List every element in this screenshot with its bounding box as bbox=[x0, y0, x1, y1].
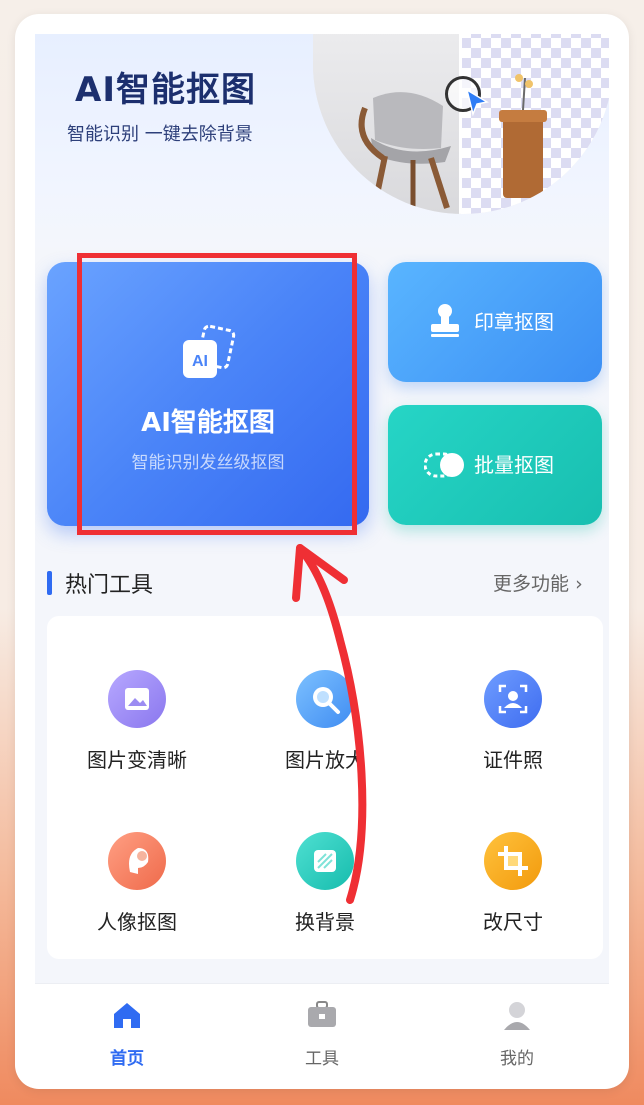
phone-frame: AI智能抠图 智能识别 一键去除背景 AI AI智能抠图 智能识别发丝级抠图 印… bbox=[15, 14, 629, 1089]
home-icon bbox=[114, 1003, 140, 1028]
magnifier-icon bbox=[296, 670, 354, 728]
ai-cutout-subtitle: 智能识别发丝级抠图 bbox=[131, 453, 285, 473]
cursor-icon bbox=[465, 88, 489, 116]
tab-label: 我的 bbox=[500, 1049, 534, 1069]
tool-label: 改尺寸 bbox=[483, 910, 543, 934]
tool-id-photo[interactable]: 证件照 bbox=[423, 670, 603, 773]
portrait-icon bbox=[108, 832, 166, 890]
banner-title: AI智能抠图 bbox=[75, 70, 256, 110]
tool-image-enhance[interactable]: 图片变清晰 bbox=[47, 670, 227, 773]
chevron-right-icon: › bbox=[575, 573, 583, 595]
tool-image-upscale[interactable]: 图片放大 bbox=[235, 670, 415, 773]
banner-illustration bbox=[313, 34, 609, 214]
tab-tools[interactable]: 工具 bbox=[262, 998, 382, 1069]
more-features-label: 更多功能 bbox=[493, 573, 570, 595]
hot-tools-title: 热门工具 bbox=[65, 573, 154, 598]
compare-divider bbox=[459, 34, 462, 214]
toggle-icon bbox=[424, 452, 464, 478]
tool-change-background[interactable]: 换背景 bbox=[235, 832, 415, 935]
tab-label: 首页 bbox=[110, 1049, 144, 1069]
batch-cutout-label: 批量抠图 bbox=[474, 453, 554, 477]
stamp-cutout-label: 印章抠图 bbox=[474, 310, 554, 334]
stamp-cutout-card[interactable]: 印章抠图 bbox=[388, 262, 602, 382]
toolbox-icon bbox=[308, 1001, 336, 1027]
banner-subtitle: 智能识别 一键去除背景 bbox=[67, 124, 253, 145]
background-swap-icon bbox=[296, 832, 354, 890]
tool-label: 图片放大 bbox=[285, 748, 365, 772]
ai-cutout-title: AI智能抠图 bbox=[141, 408, 275, 438]
ai-icon-text: AI bbox=[192, 353, 208, 370]
ai-cutout-icon: AI bbox=[183, 324, 236, 378]
bottom-tab-bar: 首页 工具 我的 bbox=[35, 983, 609, 1069]
ai-cutout-card[interactable]: AI AI智能抠图 智能识别发丝级抠图 bbox=[47, 262, 369, 526]
more-features-link[interactable]: 更多功能 › bbox=[493, 569, 583, 596]
user-icon bbox=[504, 1002, 530, 1030]
tab-home[interactable]: 首页 bbox=[67, 998, 187, 1069]
crop-icon bbox=[484, 832, 542, 890]
tool-resize[interactable]: 改尺寸 bbox=[423, 832, 603, 935]
tool-label: 换背景 bbox=[295, 910, 355, 934]
tool-label: 证件照 bbox=[483, 748, 543, 772]
tool-portrait-cutout[interactable]: 人像抠图 bbox=[47, 832, 227, 935]
stamp-icon bbox=[431, 304, 459, 337]
id-photo-icon bbox=[484, 670, 542, 728]
batch-cutout-card[interactable]: 批量抠图 bbox=[388, 405, 602, 525]
hero-banner[interactable]: AI智能抠图 智能识别 一键去除背景 bbox=[35, 34, 609, 254]
image-icon bbox=[108, 670, 166, 728]
hot-tools-grid: 图片变清晰 图片放大 证件照 人像抠图 换背景 改尺寸 bbox=[47, 616, 603, 959]
app-screen: AI智能抠图 智能识别 一键去除背景 AI AI智能抠图 智能识别发丝级抠图 印… bbox=[35, 34, 609, 1069]
tool-label: 图片变清晰 bbox=[87, 748, 187, 772]
tab-mine[interactable]: 我的 bbox=[457, 998, 577, 1069]
tool-label: 人像抠图 bbox=[97, 910, 177, 934]
section-marker bbox=[47, 571, 52, 595]
tab-label: 工具 bbox=[305, 1049, 339, 1069]
